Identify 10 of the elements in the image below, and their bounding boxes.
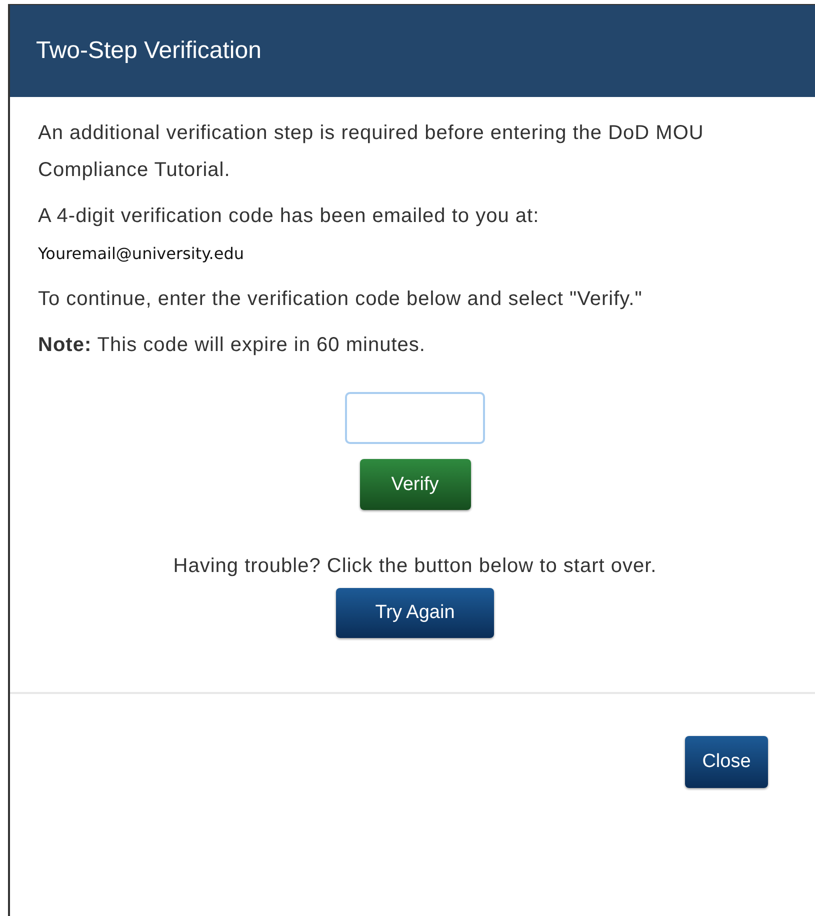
instruction-text: Note: This code will expire in 60 minutes.: [38, 333, 426, 358]
instruction-text: An additional verification step is required before entering the DoD MOU Compliance Tutorial.: [38, 121, 705, 183]
instruction-text: A 4-digit verification code has been emailed to you at: Youremail@university.edu: [38, 204, 540, 265]
try-again-button[interactable]: Try Again: [336, 588, 494, 638]
dialog-title: Two-Step Verification: [36, 37, 262, 65]
instruction-text: To continue, enter the verification code below and select "Verify.": [38, 287, 644, 312]
code-input-field[interactable]: [345, 392, 485, 444]
help-text: Having trouble? Click the button below to start over.: [173, 554, 657, 579]
close-button[interactable]: Close: [685, 736, 768, 788]
verify-button[interactable]: Verify: [360, 459, 470, 510]
